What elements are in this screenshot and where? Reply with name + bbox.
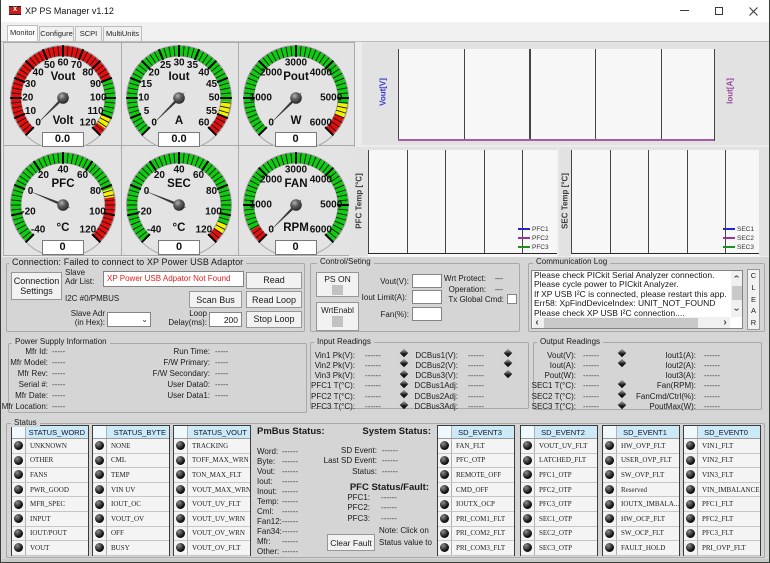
- svg-text:15: 15: [141, 79, 153, 90]
- svg-text:Vout: Vout: [50, 71, 75, 83]
- svg-text:4000: 4000: [309, 68, 332, 79]
- svg-text:90: 90: [89, 79, 101, 90]
- svg-text:W: W: [290, 115, 301, 127]
- svg-text:60: 60: [193, 170, 205, 181]
- svg-text:1000: 1000: [249, 200, 272, 211]
- svg-text:0: 0: [35, 117, 41, 128]
- svg-text:1000: 1000: [249, 93, 272, 104]
- svg-text:20: 20: [149, 68, 161, 79]
- svg-text:30: 30: [173, 57, 185, 68]
- svg-text:60: 60: [76, 170, 88, 181]
- svg-text:10: 10: [138, 93, 150, 104]
- svg-text:80: 80: [82, 68, 94, 79]
- svg-text:35: 35: [187, 60, 199, 71]
- svg-text:A: A: [175, 115, 183, 127]
- svg-text:55: 55: [206, 106, 218, 117]
- svg-text:6000: 6000: [309, 117, 332, 128]
- svg-text:100: 100: [205, 206, 222, 217]
- svg-text:0: 0: [268, 117, 274, 128]
- svg-text:3000: 3000: [284, 57, 307, 68]
- svg-text:PFC: PFC: [51, 178, 74, 190]
- svg-text:Pout: Pout: [283, 71, 309, 83]
- svg-text:5: 5: [144, 106, 150, 117]
- svg-text:50: 50: [43, 60, 55, 71]
- svg-text:40: 40: [198, 68, 210, 79]
- svg-text:Volt: Volt: [52, 115, 73, 127]
- svg-text:2000: 2000: [259, 68, 282, 79]
- svg-text:70: 70: [70, 60, 82, 71]
- svg-text:20: 20: [22, 93, 34, 104]
- svg-text:5000: 5000: [320, 200, 343, 211]
- svg-text:20: 20: [154, 170, 166, 181]
- svg-text:120: 120: [79, 117, 96, 128]
- svg-text:20: 20: [37, 170, 49, 181]
- svg-text:0: 0: [151, 117, 157, 128]
- svg-text:FAN: FAN: [284, 178, 307, 190]
- svg-text:60: 60: [198, 117, 210, 128]
- svg-text:4000: 4000: [309, 175, 332, 186]
- svg-text:6000: 6000: [309, 224, 332, 235]
- svg-text:30: 30: [24, 79, 36, 90]
- svg-text:RPM: RPM: [283, 222, 309, 234]
- svg-text:SEC: SEC: [167, 178, 191, 190]
- svg-text:-20: -20: [137, 206, 152, 217]
- svg-text:100: 100: [89, 93, 106, 104]
- svg-text:40: 40: [173, 164, 185, 175]
- svg-text:80: 80: [206, 186, 218, 197]
- svg-text:-40: -40: [147, 224, 162, 235]
- svg-text:25: 25: [160, 60, 172, 71]
- svg-text:2000: 2000: [259, 175, 282, 186]
- svg-text:60: 60: [57, 57, 69, 68]
- svg-text:°C: °C: [173, 222, 186, 234]
- svg-text:40: 40: [32, 68, 44, 79]
- svg-text:10: 10: [24, 106, 36, 117]
- svg-text:45: 45: [206, 79, 218, 90]
- svg-text:100: 100: [89, 206, 106, 217]
- svg-text:0: 0: [268, 224, 274, 235]
- svg-text:°C: °C: [56, 222, 69, 234]
- svg-text:120: 120: [79, 224, 96, 235]
- svg-text:80: 80: [89, 186, 101, 197]
- svg-text:-40: -40: [30, 224, 45, 235]
- svg-text:3000: 3000: [284, 164, 307, 175]
- svg-text:110: 110: [87, 106, 104, 117]
- svg-text:120: 120: [196, 224, 213, 235]
- svg-text:40: 40: [57, 164, 69, 175]
- svg-text:50: 50: [209, 93, 221, 104]
- svg-text:-20: -20: [21, 206, 36, 217]
- svg-text:5000: 5000: [320, 93, 343, 104]
- svg-text:Iout: Iout: [168, 71, 189, 83]
